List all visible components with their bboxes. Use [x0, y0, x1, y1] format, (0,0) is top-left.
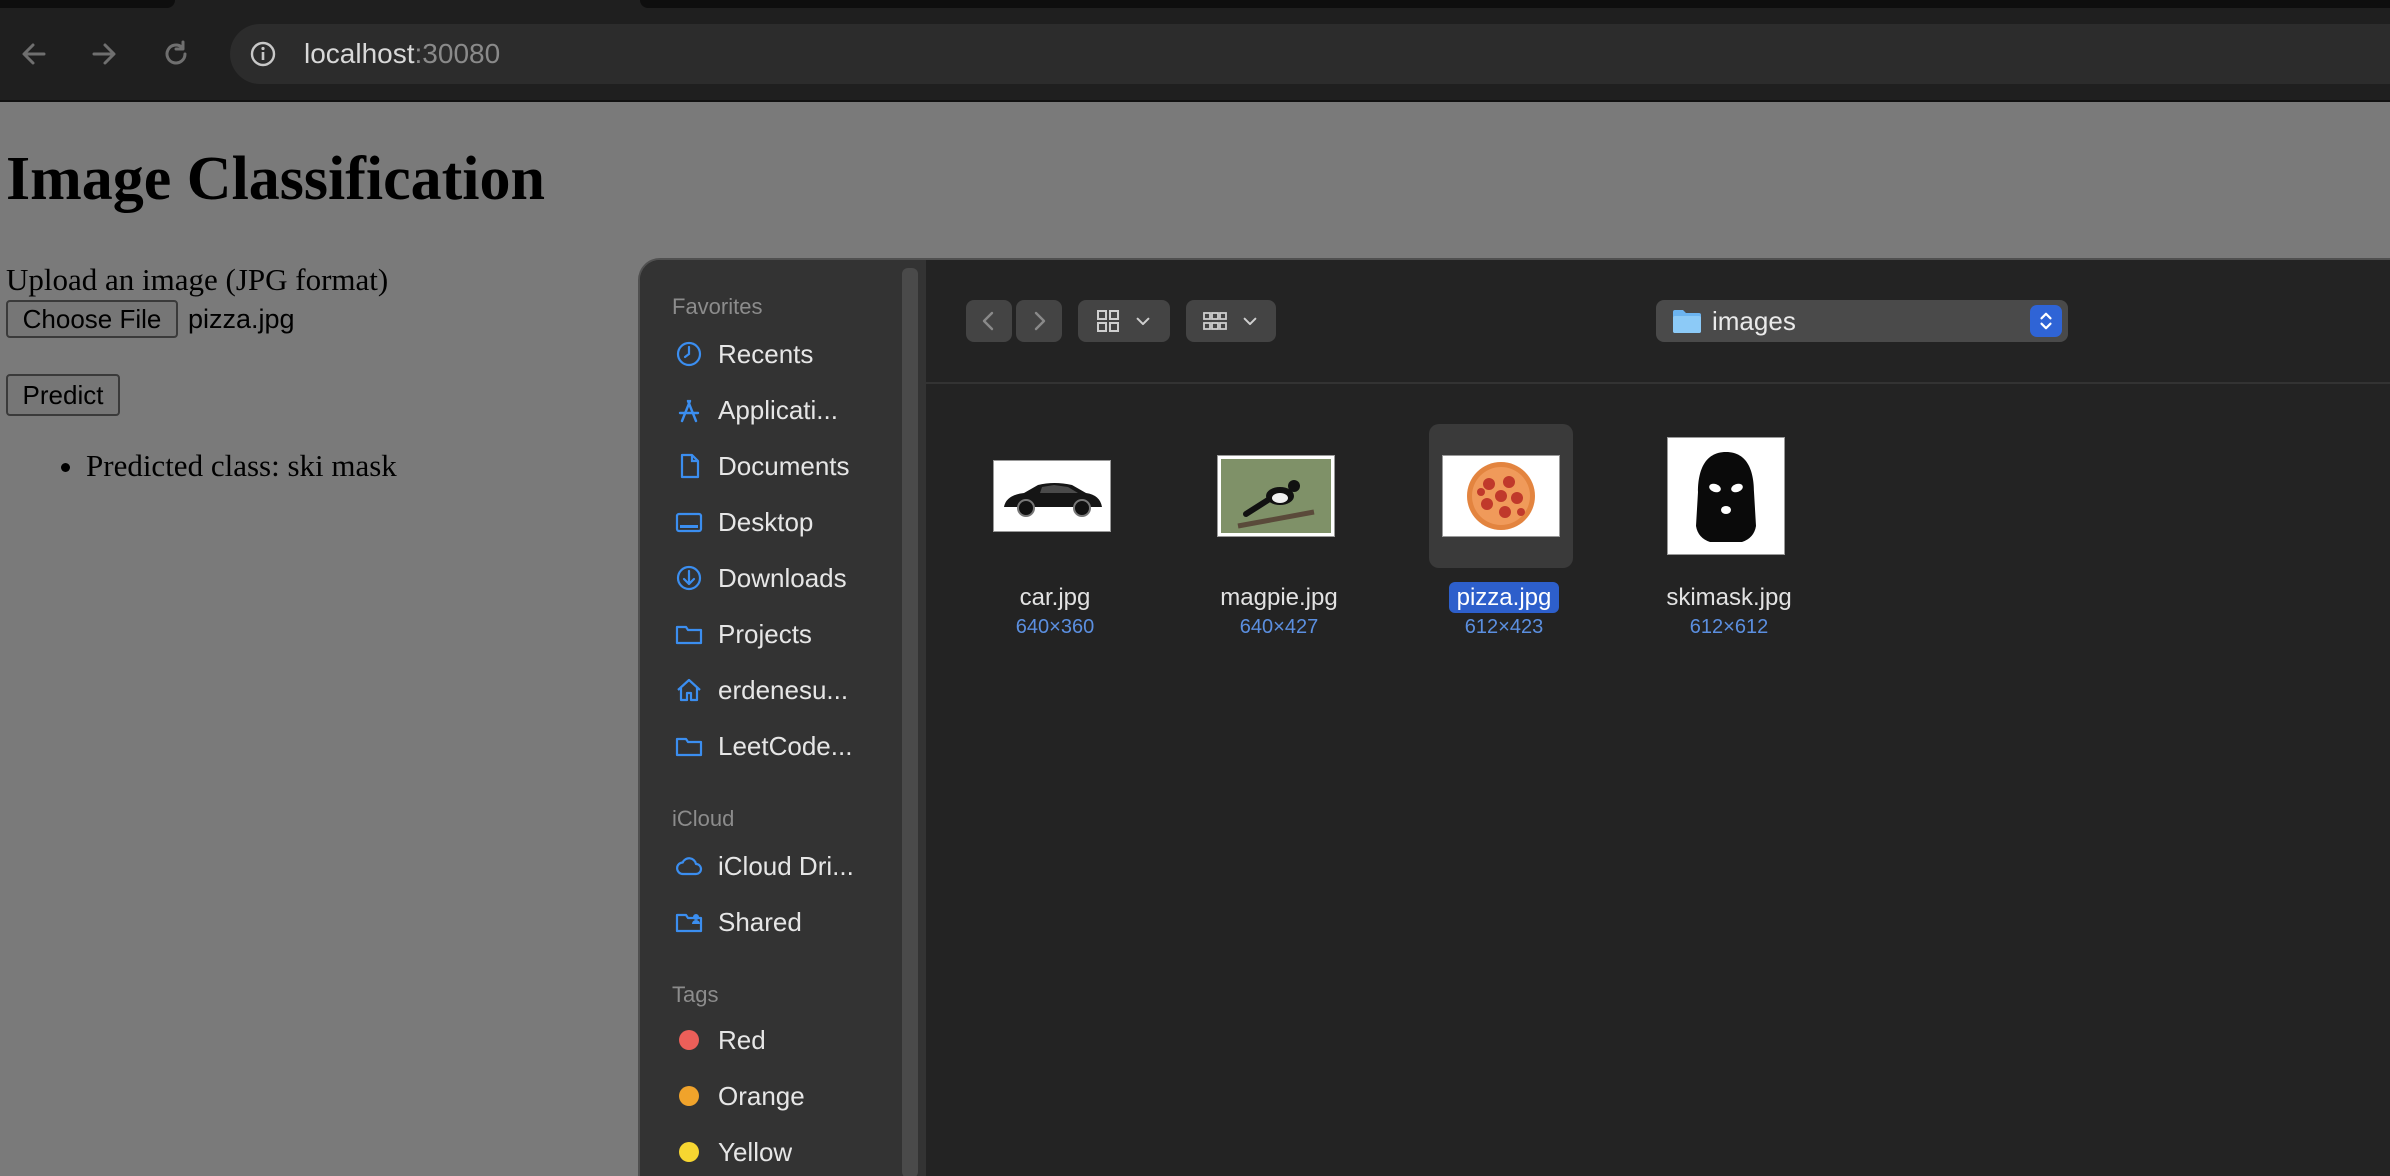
skimask-thumbnail — [1668, 438, 1784, 554]
tab-strip-right — [640, 0, 2390, 8]
sidebar-item-applications[interactable]: Applicati... — [674, 390, 900, 430]
sidebar-tag-yellow[interactable]: Yellow — [674, 1132, 900, 1172]
predict-button[interactable]: Predict — [6, 374, 120, 416]
sidebar-item-label: Applicati... — [718, 394, 838, 425]
nav-forward-button[interactable] — [1016, 300, 1062, 342]
dialog-sidebar: Favorites Recents Applicati... Documents… — [640, 260, 926, 1176]
file-thumbnail-wrap — [1204, 424, 1348, 568]
page-title: Image Classification — [6, 145, 546, 213]
group-by-button[interactable] — [1186, 300, 1276, 342]
sidebar-item-label: Recents — [718, 338, 814, 369]
sidebar-item-label: Downloads — [718, 562, 847, 593]
file-dimensions: 640×427 — [1239, 616, 1319, 638]
upload-label: Upload an image (JPG format) — [6, 262, 389, 297]
sidebar-item-leetcode[interactable]: LeetCode... — [674, 726, 900, 766]
current-folder-name: images — [1712, 306, 1796, 336]
sidebar-tag-orange[interactable]: Orange — [674, 1076, 900, 1116]
tag-dot-icon — [674, 1081, 704, 1111]
file-browser-pane: images car.jpg 640×360 magpie.jpg 640×42… — [926, 260, 2390, 1176]
sidebar-item-desktop[interactable]: Desktop — [674, 502, 900, 542]
sidebar-item-label: Desktop — [718, 506, 814, 537]
shared-folder-icon — [674, 907, 704, 937]
folder-icon — [1673, 310, 1701, 333]
file-name: skimask.jpg — [1614, 584, 1844, 612]
file-name: car.jpg — [940, 584, 1170, 612]
car-thumbnail — [994, 461, 1110, 531]
location-select[interactable]: images — [1656, 300, 2068, 342]
chevron-left-icon — [982, 311, 994, 331]
back-icon[interactable] — [18, 38, 50, 70]
tags-section-label: Tags — [672, 982, 719, 1007]
home-icon — [674, 675, 704, 705]
sidebar-item-icloud-drive[interactable]: iCloud Dri... — [674, 846, 900, 886]
up-down-chevron-icon — [2030, 305, 2062, 337]
download-icon — [674, 563, 704, 593]
favorites-section-label: Favorites — [672, 294, 763, 319]
pizza-thumbnail — [1443, 456, 1559, 536]
icloud-section-label: iCloud — [672, 806, 735, 831]
file-dimensions: 612×423 — [1464, 616, 1544, 638]
file-name-text: magpie.jpg — [1220, 584, 1338, 611]
sidebar-item-downloads[interactable]: Downloads — [674, 558, 900, 598]
clock-icon — [674, 339, 704, 369]
file-name: pizza.jpg — [1389, 582, 1619, 613]
folder-icon — [674, 731, 704, 761]
desktop-icon — [674, 507, 704, 537]
document-icon — [674, 451, 704, 481]
sidebar-item-label: iCloud Dri... — [718, 850, 854, 881]
file-name-text: skimask.jpg — [1666, 584, 1792, 611]
file-dimensions: 640×360 — [1015, 616, 1095, 638]
tag-dot-icon — [674, 1025, 704, 1055]
sidebar-item-home[interactable]: erdenesu... — [674, 670, 900, 710]
url-text: localhost:30080 — [304, 38, 500, 70]
reload-icon[interactable] — [160, 38, 192, 70]
sidebar-item-documents[interactable]: Documents — [674, 446, 900, 486]
tag-dot-icon — [674, 1137, 704, 1167]
chevron-down-icon — [1243, 317, 1257, 326]
group-grid-icon — [1203, 312, 1227, 330]
sidebar-item-label: erdenesu... — [718, 674, 849, 705]
sidebar-item-projects[interactable]: Projects — [674, 614, 900, 654]
cloud-icon — [674, 851, 704, 881]
sidebar-item-label: Documents — [718, 450, 850, 481]
sidebar-tag-red[interactable]: Red — [674, 1020, 900, 1060]
view-mode-button[interactable] — [1078, 300, 1170, 342]
file-thumbnail-wrap — [980, 424, 1124, 568]
chosen-file-name: pizza.jpg — [188, 304, 295, 334]
sidebar-item-label: Orange — [718, 1080, 805, 1111]
sidebar-item-label: Projects — [718, 618, 812, 649]
file-dimensions: 612×612 — [1689, 616, 1769, 638]
url-port: :30080 — [414, 38, 501, 69]
choose-file-button[interactable]: Choose File — [6, 300, 178, 338]
sidebar-item-label: Red — [718, 1024, 766, 1055]
sidebar-item-shared[interactable]: Shared — [674, 902, 900, 942]
icon-grid-icon — [1097, 310, 1119, 332]
file-name-text-selected: pizza.jpg — [1448, 582, 1560, 613]
sidebar-item-recents[interactable]: Recents — [674, 334, 900, 374]
applications-icon — [674, 395, 704, 425]
forward-icon[interactable] — [88, 38, 120, 70]
file-thumbnail-wrap — [1654, 424, 1798, 568]
chevron-right-icon — [1034, 311, 1046, 331]
address-bar[interactable]: localhost:30080 — [230, 24, 2390, 84]
site-info-icon[interactable] — [248, 39, 278, 69]
sidebar-item-label: Yellow — [718, 1136, 793, 1167]
url-host: localhost — [304, 38, 415, 69]
file-open-dialog: Favorites Recents Applicati... Documents… — [638, 258, 2390, 1176]
browser-chrome: localhost:30080 — [0, 0, 2390, 100]
nav-back-button[interactable] — [966, 300, 1012, 342]
file-name-text: car.jpg — [1019, 584, 1091, 611]
magpie-thumbnail — [1218, 456, 1334, 536]
result-item: Predicted class: ski mask — [86, 448, 397, 484]
sidebar-item-label: Shared — [718, 906, 802, 937]
dialog-toolbar: images — [926, 260, 2390, 384]
sidebar-item-label: LeetCode... — [718, 730, 853, 761]
file-name: magpie.jpg — [1164, 584, 1394, 612]
results-list: Predicted class: ski mask — [56, 448, 397, 484]
chevron-down-icon — [1136, 317, 1150, 326]
folder-icon — [674, 619, 704, 649]
tab-strip-left — [0, 0, 175, 8]
file-thumbnail-wrap-selected — [1429, 424, 1573, 568]
sidebar-scrollbar[interactable] — [902, 268, 918, 1176]
